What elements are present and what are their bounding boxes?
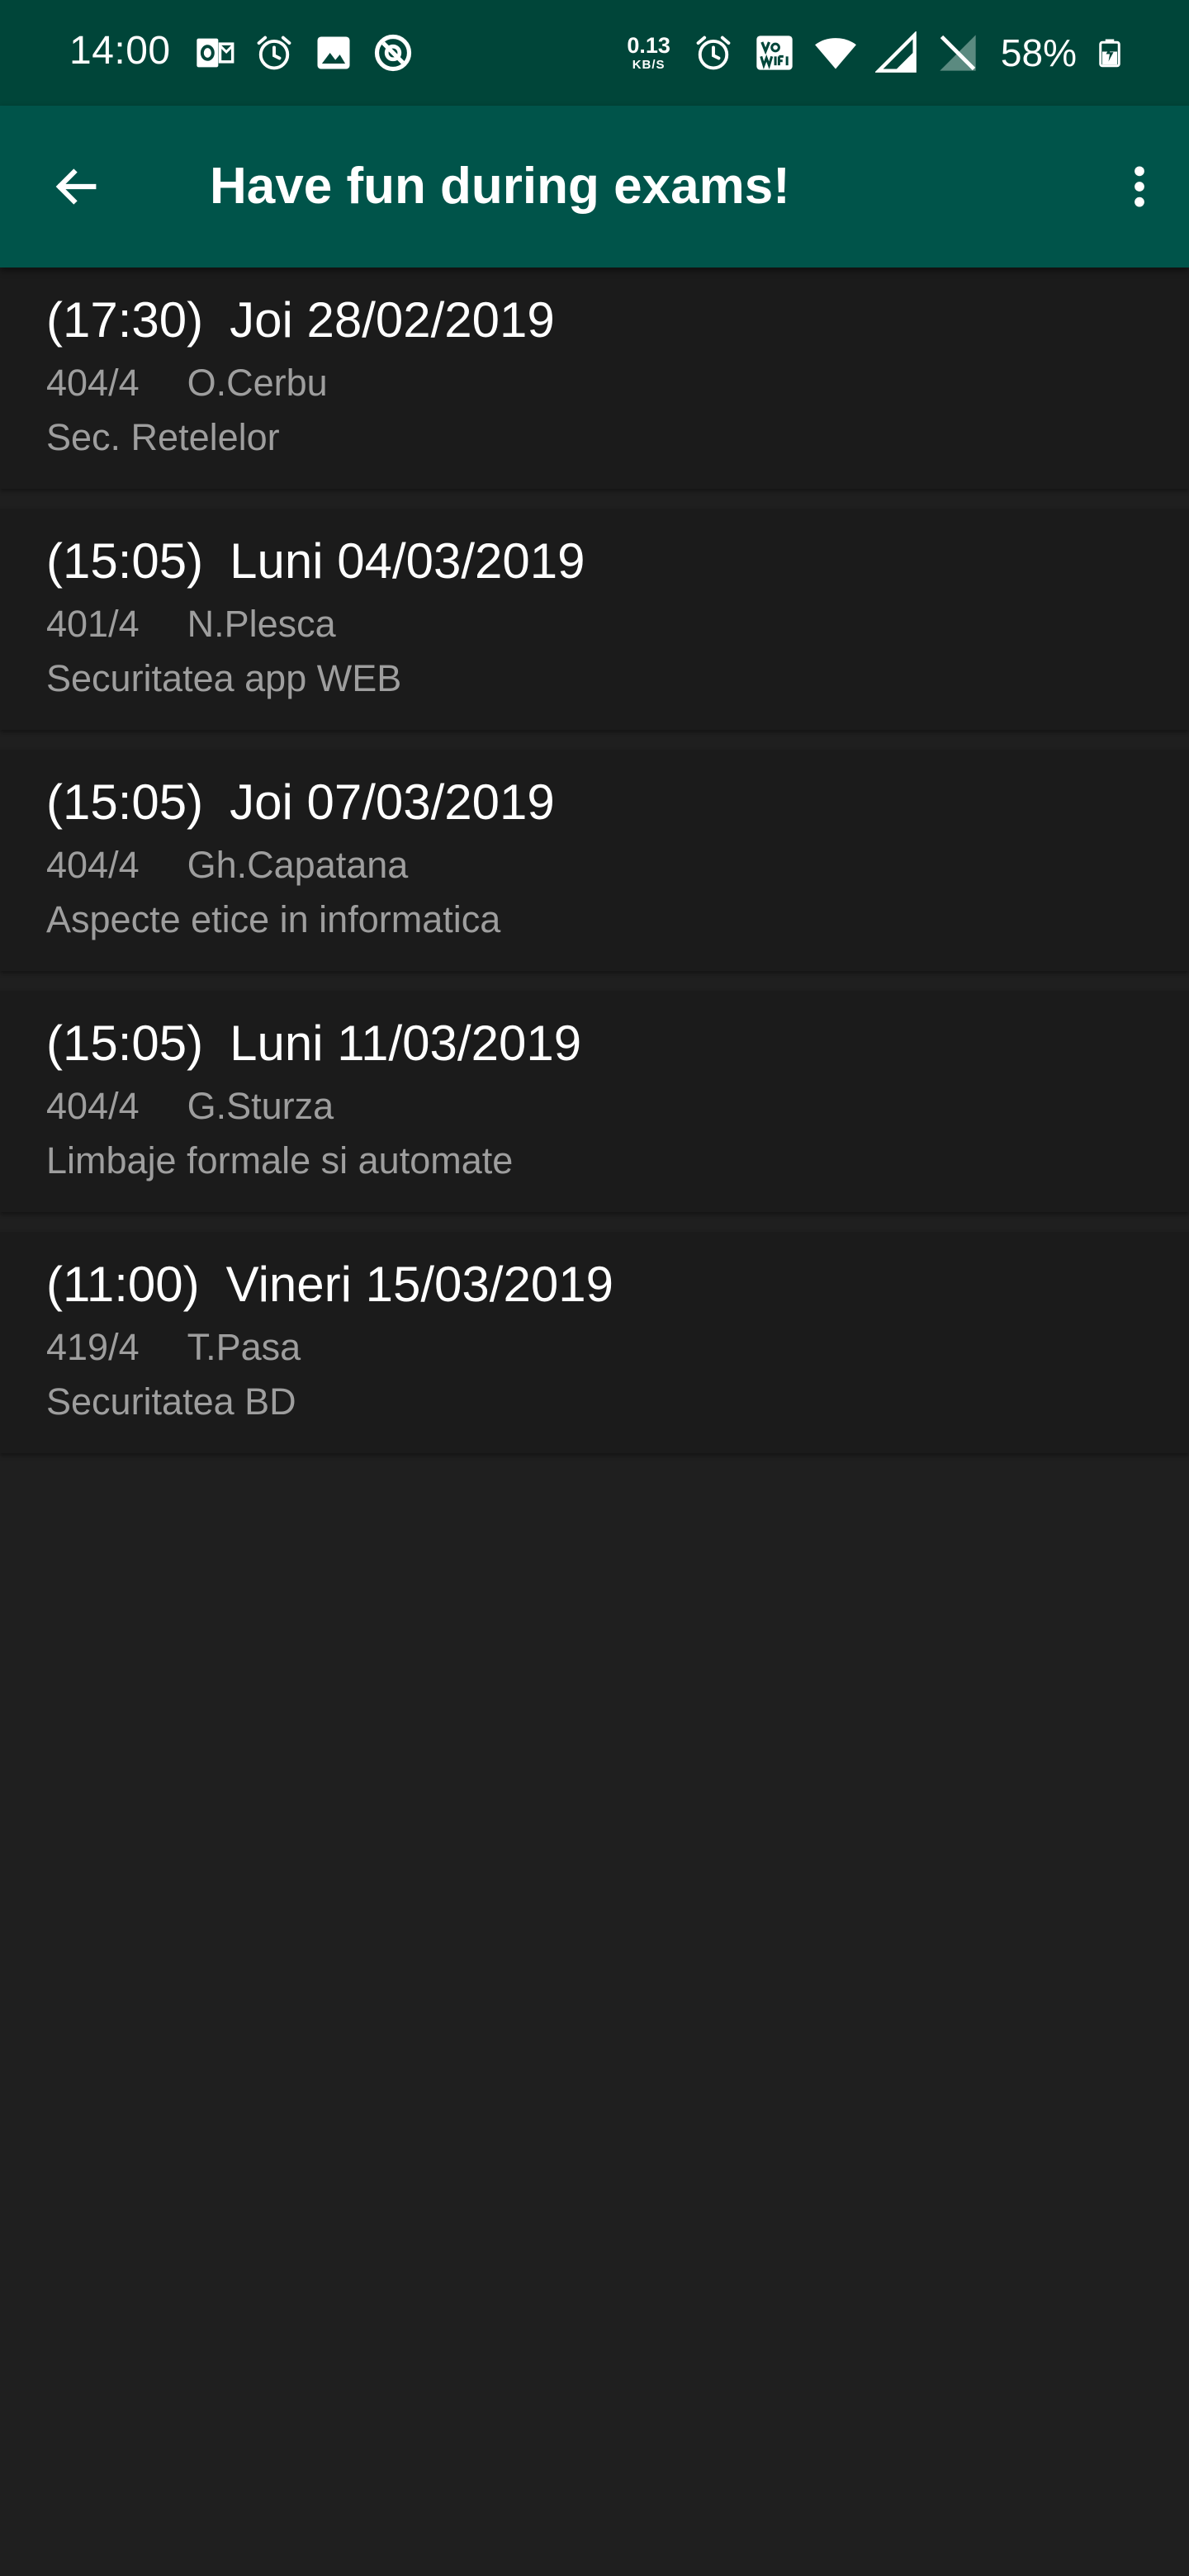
- exam-item[interactable]: (11:00) Vineri 15/03/2019 419/4 T.Pasa Sec…: [0, 1232, 1189, 1453]
- exam-subject: Aspecte etice in informatica: [46, 898, 501, 940]
- exam-meta: 401/4 N.Plesca: [46, 601, 336, 647]
- more-vert-icon: [1135, 166, 1144, 207]
- page-title: Have fun during exams!: [210, 158, 790, 215]
- alarm-icon: [696, 36, 731, 70]
- exam-list: (17:30) Joi 28/02/2019 404/4 O.Cerbu Sec. …: [0, 268, 1189, 1453]
- exam-meta: 404/4 G.Sturza: [46, 1083, 334, 1129]
- exam-teacher: Gh.Capatana: [187, 844, 409, 886]
- exam-meta: 419/4 T.Pasa: [46, 1324, 301, 1371]
- exam-item[interactable]: (15:05) Luni 11/03/2019 404/4 G.Sturza Lim…: [0, 991, 1189, 1212]
- network-speed-value: 0.13: [627, 33, 670, 58]
- back-button[interactable]: [46, 157, 106, 216]
- arrow-back-icon: [55, 168, 97, 205]
- exam-teacher: G.Sturza: [187, 1085, 334, 1127]
- exam-room: 404/4: [46, 362, 140, 404]
- exam-item[interactable]: (17:30) Joi 28/02/2019 404/4 O.Cerbu Sec. …: [0, 268, 1189, 489]
- wifi-icon: [815, 38, 856, 69]
- signal-icon: [874, 31, 917, 73]
- exam-time: (11:00): [46, 1257, 200, 1312]
- exam-date: Luni 11/03/2019: [230, 1016, 582, 1071]
- exam-room: 419/4: [46, 1326, 140, 1368]
- exam-heading: (15:05) Joi 07/03/2019: [46, 773, 555, 832]
- status-system-icons: 0.13 KB/S 58%: [627, 25, 1125, 81]
- exam-item[interactable]: (15:05) Joi 07/03/2019 404/4 Gh.Capatana A…: [0, 750, 1189, 971]
- network-speed: 0.13 KB/S: [627, 33, 670, 72]
- exam-subject: Securitatea app WEB: [46, 657, 402, 699]
- status-time: 14:00: [69, 29, 171, 73]
- exam-heading: (15:05) Luni 11/03/2019: [46, 1014, 581, 1073]
- exam-teacher: N.Plesca: [187, 603, 336, 645]
- exam-subject: Securitatea BD: [46, 1380, 296, 1423]
- exam-time: (17:30): [46, 292, 204, 348]
- exam-meta: 404/4 O.Cerbu: [46, 360, 328, 406]
- exam-room: 404/4: [46, 844, 140, 886]
- exam-subject: Sec. Retelelor: [46, 416, 280, 458]
- battery-percent: 58%: [1000, 31, 1077, 74]
- battery-charging-icon: [1099, 39, 1120, 68]
- outlook-icon: [197, 38, 234, 68]
- no-sim-icon: [940, 35, 976, 71]
- exam-meta: 404/4 Gh.Capatana: [46, 842, 408, 888]
- exam-date: Luni 04/03/2019: [230, 533, 585, 589]
- status-bar: 14:00 0.13 KB/S 58%: [0, 0, 1189, 106]
- status-notification-icons: [193, 31, 414, 74]
- exam-room: 401/4: [46, 603, 140, 645]
- exam-heading: (15:05) Luni 04/03/2019: [46, 532, 585, 591]
- exam-heading: (17:30) Joi 28/02/2019: [46, 291, 555, 350]
- exam-time: (15:05): [46, 1016, 204, 1071]
- app-bar: Have fun during exams!: [0, 106, 1189, 268]
- more-options-button[interactable]: [1110, 157, 1169, 216]
- network-speed-unit: KB/S: [632, 58, 666, 72]
- exam-date: Joi 07/03/2019: [230, 774, 555, 830]
- exam-item[interactable]: (15:05) Luni 04/03/2019 401/4 N.Plesca Sec…: [0, 509, 1189, 730]
- exam-date: Joi 28/02/2019: [230, 292, 555, 348]
- exam-room: 404/4: [46, 1085, 140, 1127]
- exam-date: Vineri 15/03/2019: [225, 1257, 613, 1312]
- exam-subject: Limbaje formale si automate: [46, 1139, 514, 1181]
- exam-heading: (11:00) Vineri 15/03/2019: [46, 1255, 613, 1314]
- data-saver-icon: [374, 34, 412, 72]
- exam-time: (15:05): [46, 774, 204, 830]
- vowifi-icon: [756, 36, 793, 70]
- exam-teacher: O.Cerbu: [187, 362, 328, 404]
- exam-time: (15:05): [46, 533, 204, 589]
- exam-teacher: T.Pasa: [187, 1326, 301, 1368]
- image-icon: [317, 36, 350, 69]
- alarm-icon: [257, 36, 291, 70]
